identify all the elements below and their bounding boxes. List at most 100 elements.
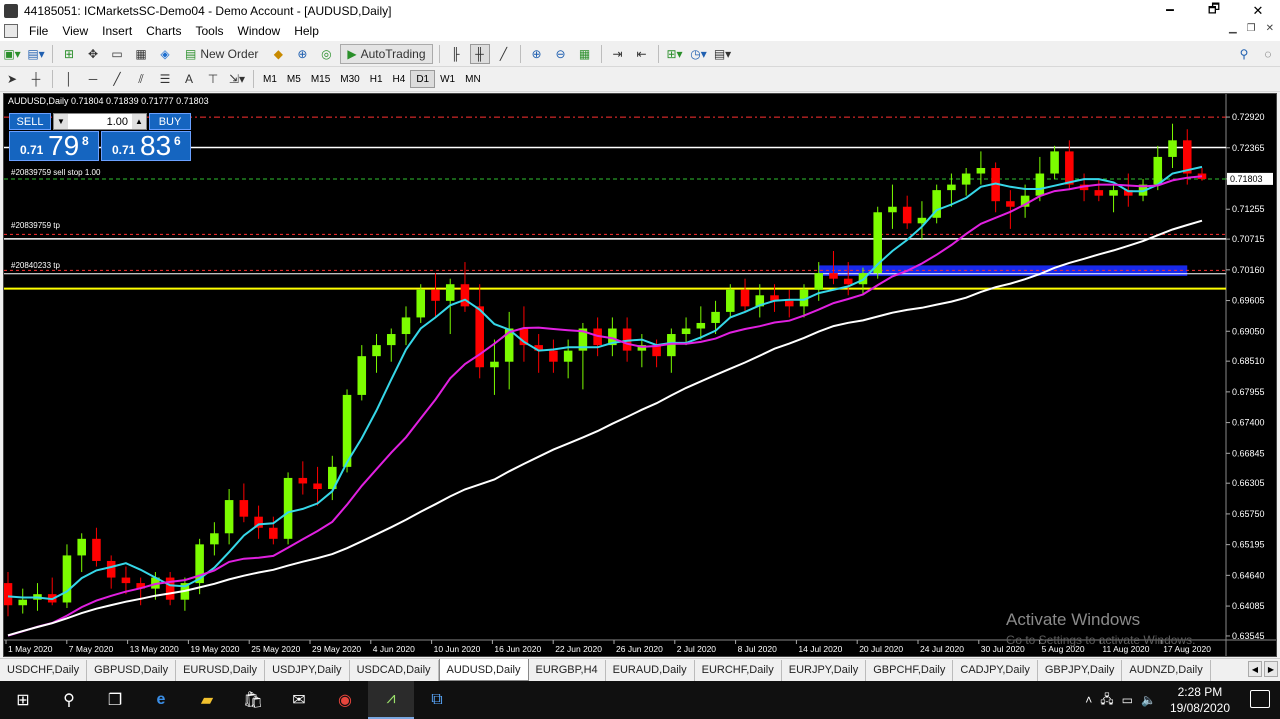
metaeditor-icon[interactable]: ◆ bbox=[268, 44, 288, 64]
tabs-scroll-right-icon[interactable]: ▶ bbox=[1264, 661, 1278, 677]
periods-icon[interactable]: ◷▾ bbox=[689, 44, 709, 64]
profiles-icon[interactable]: ▤▾ bbox=[26, 44, 46, 64]
market-watch-icon[interactable]: ⊞ bbox=[59, 44, 79, 64]
app-icon[interactable]: ⧉ bbox=[414, 681, 460, 719]
templates-icon[interactable]: ▤▾ bbox=[713, 44, 733, 64]
crosshair-icon[interactable]: ┼ bbox=[26, 69, 46, 89]
tab-euraud[interactable]: EURAUD,Daily bbox=[606, 659, 695, 681]
task-view-icon[interactable]: ❐ bbox=[92, 681, 138, 719]
mdi-close-icon[interactable]: ✕ bbox=[1266, 23, 1274, 34]
notifications-icon[interactable] bbox=[1250, 690, 1270, 708]
tab-gbpusd[interactable]: GBPUSD,Daily bbox=[87, 659, 177, 681]
lot-size-field[interactable]: ▼ 1.00 ▲ bbox=[53, 113, 147, 130]
tab-eurgbp[interactable]: EURGBP,H4 bbox=[529, 659, 606, 681]
search-icon[interactable]: ⚲ bbox=[1234, 44, 1254, 64]
maximize-button[interactable]: 🗗 bbox=[1192, 0, 1236, 21]
line-chart-icon[interactable]: ╱ bbox=[494, 44, 514, 64]
tab-cadjpy[interactable]: CADJPY,Daily bbox=[953, 659, 1038, 681]
buy-button[interactable]: BUY bbox=[149, 113, 191, 130]
vertical-line-icon[interactable]: │ bbox=[59, 69, 79, 89]
arrows-icon[interactable]: ⇲▾ bbox=[227, 69, 247, 89]
tab-eurjpy[interactable]: EURJPY,Daily bbox=[782, 659, 867, 681]
tab-audusd[interactable]: AUDUSD,Daily bbox=[438, 659, 529, 681]
timeframe-m30[interactable]: M30 bbox=[335, 70, 364, 88]
mdi-minimize-icon[interactable]: ▁ bbox=[1229, 23, 1237, 34]
tab-usdcad[interactable]: USDCAD,Daily bbox=[350, 659, 439, 681]
zoom-in-icon[interactable]: ⊕ bbox=[527, 44, 547, 64]
trendline-icon[interactable]: ╱ bbox=[107, 69, 127, 89]
chat-tray-icon[interactable]: ▭ bbox=[1122, 693, 1133, 707]
tab-eurusd[interactable]: EURUSD,Daily bbox=[176, 659, 266, 681]
tab-gbpjpy[interactable]: GBPJPY,Daily bbox=[1038, 659, 1123, 681]
metatrader-icon[interactable]: ⩘ bbox=[368, 681, 414, 719]
tab-audnzd[interactable]: AUDNZD,Daily bbox=[1122, 659, 1211, 681]
sell-button[interactable]: SELL bbox=[9, 113, 51, 130]
chrome-icon[interactable]: ◉ bbox=[322, 681, 368, 719]
menu-charts[interactable]: Charts bbox=[139, 24, 188, 38]
tab-eurchf[interactable]: EURCHF,Daily bbox=[695, 659, 782, 681]
sell-price[interactable]: 0.71 79 8 bbox=[9, 130, 99, 161]
chart-shift-icon[interactable]: ⇤ bbox=[632, 44, 652, 64]
timeframe-h4[interactable]: H4 bbox=[388, 70, 411, 88]
clock[interactable]: 2:28 PM 19/08/2020 bbox=[1170, 684, 1230, 716]
minimize-button[interactable]: 🗕 bbox=[1148, 0, 1192, 21]
tab-gbpchf[interactable]: GBPCHF,Daily bbox=[866, 659, 954, 681]
store-icon[interactable]: 🛍 bbox=[230, 681, 276, 719]
search-taskbar-icon[interactable]: ⚲ bbox=[46, 681, 92, 719]
tab-usdjpy[interactable]: USDJPY,Daily bbox=[265, 659, 350, 681]
timeframe-d1[interactable]: D1 bbox=[410, 70, 436, 88]
signals-icon[interactable]: ⊕ bbox=[292, 44, 312, 64]
autotrading-button[interactable]: ▶ AutoTrading bbox=[340, 43, 433, 64]
indicators-icon[interactable]: ⊞▾ bbox=[665, 44, 685, 64]
timeframe-m15[interactable]: M15 bbox=[306, 70, 335, 88]
close-button[interactable]: ✕ bbox=[1236, 0, 1280, 21]
lot-value[interactable]: 1.00 bbox=[68, 116, 132, 128]
fibonacci-icon[interactable]: ☰ bbox=[155, 69, 175, 89]
timeframe-h1[interactable]: H1 bbox=[365, 70, 388, 88]
buy-price[interactable]: 0.71 83 6 bbox=[101, 130, 191, 161]
chart-window-icon[interactable] bbox=[4, 24, 18, 38]
network-icon[interactable]: 🖧 bbox=[1100, 690, 1113, 711]
show-hidden-icons-icon[interactable]: ˄ bbox=[1085, 693, 1092, 707]
candlestick-icon[interactable]: ╫ bbox=[469, 43, 490, 64]
start-button-icon[interactable]: ⊞ bbox=[0, 681, 46, 719]
text-tool-icon[interactable]: A bbox=[179, 69, 199, 89]
menu-insert[interactable]: Insert bbox=[95, 24, 139, 38]
horizontal-line-icon[interactable]: ─ bbox=[83, 69, 103, 89]
price-chart[interactable]: 0.72920 0.72365 0.71803 0.71255 0.70715 0.701… bbox=[3, 93, 1277, 657]
file-explorer-icon[interactable]: ▰ bbox=[184, 681, 230, 719]
menu-window[interactable]: Window bbox=[231, 24, 288, 38]
timeframe-mn[interactable]: MN bbox=[460, 70, 486, 88]
navigator-icon[interactable]: ✥ bbox=[83, 44, 103, 64]
new-chart-icon[interactable]: ▣▾ bbox=[2, 44, 22, 64]
cursor-icon[interactable]: ➤ bbox=[2, 69, 22, 89]
timeframe-m1[interactable]: M1 bbox=[258, 70, 282, 88]
volume-icon[interactable]: 🔈 bbox=[1141, 693, 1156, 707]
channel-icon[interactable]: ⫽ bbox=[131, 69, 151, 89]
tab-usdchf[interactable]: USDCHF,Daily bbox=[0, 659, 88, 681]
terminal-icon[interactable]: ▦ bbox=[131, 44, 151, 64]
chart-canvas[interactable]: 0.72920 0.72365 0.71803 0.71255 0.70715 0.701… bbox=[4, 94, 1276, 656]
edge-icon[interactable]: e bbox=[138, 681, 184, 719]
menu-tools[interactable]: Tools bbox=[189, 24, 231, 38]
new-order-button[interactable]: ▤ New Order bbox=[179, 44, 264, 64]
text-label-icon[interactable]: ⊤ bbox=[203, 69, 223, 89]
lot-dropdown-icon[interactable]: ▼ bbox=[54, 114, 68, 129]
mdi-restore-icon[interactable]: ❐ bbox=[1247, 23, 1256, 34]
bar-chart-icon[interactable]: ╟ bbox=[446, 44, 466, 64]
menu-file[interactable]: File bbox=[22, 24, 55, 38]
vps-icon[interactable]: ◎ bbox=[316, 44, 336, 64]
menu-help[interactable]: Help bbox=[287, 24, 326, 38]
timeframe-w1[interactable]: W1 bbox=[435, 70, 460, 88]
tabs-scroll-left-icon[interactable]: ◀ bbox=[1248, 661, 1262, 677]
autoscroll-icon[interactable]: ⇥ bbox=[608, 44, 628, 64]
menu-view[interactable]: View bbox=[55, 24, 95, 38]
data-window-icon[interactable]: ▭ bbox=[107, 44, 127, 64]
lot-up-icon[interactable]: ▲ bbox=[132, 114, 146, 129]
tile-windows-icon[interactable]: ▦ bbox=[575, 44, 595, 64]
mail-icon[interactable]: ✉ bbox=[276, 681, 322, 719]
timeframe-m5[interactable]: M5 bbox=[282, 70, 306, 88]
chat-icon[interactable]: ◌ bbox=[1258, 44, 1278, 64]
zoom-out-icon[interactable]: ⊖ bbox=[551, 44, 571, 64]
tester-icon[interactable]: ◈ bbox=[155, 44, 175, 64]
